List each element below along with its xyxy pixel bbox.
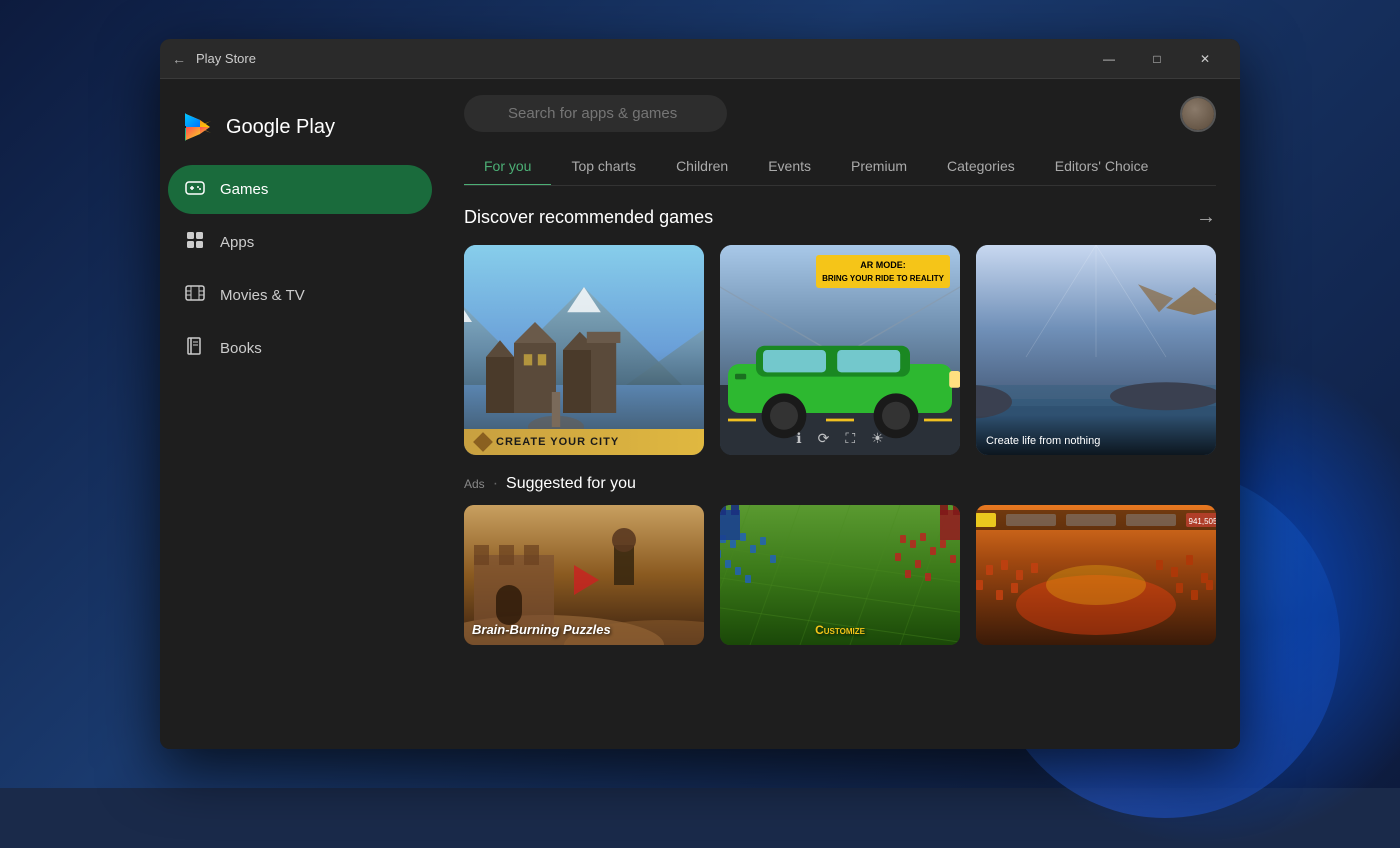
section-arrow-icon[interactable]: →: [1196, 206, 1216, 229]
ad-card-customize[interactable]: Customize: [720, 505, 960, 645]
content-area: Discover recommended games →: [440, 186, 1240, 665]
banner-control-icons: ℹ ⟳ ⛶ ☀: [796, 430, 883, 447]
diamond-icon: [473, 432, 493, 452]
ads-section: Ads · Suggested for you: [464, 475, 1216, 645]
sidebar-item-apps[interactable]: Apps: [168, 218, 432, 267]
avatar-image: [1182, 98, 1214, 130]
sidebar-item-movies[interactable]: Movies & TV: [168, 271, 432, 320]
logo-text: Google Play: [226, 116, 335, 139]
tabs-bar: For you Top charts Children Events Premi…: [464, 148, 1216, 186]
csr-racing-banner: AR MODE:BRING YOUR RIDE TO REALITY ℹ ⟳ ⛶…: [720, 245, 960, 455]
titlebar: ← Play Store — □ ✕: [160, 39, 1240, 79]
search-wrapper: [464, 95, 1168, 132]
elder-scrolls-banner: CREATE YOUR CITY: [464, 245, 704, 455]
window-title: Play Store: [196, 51, 256, 66]
logo-area: Google Play: [160, 99, 440, 165]
recommended-title: Discover recommended games: [464, 207, 713, 228]
search-input[interactable]: [464, 95, 727, 132]
back-button[interactable]: ←: [172, 51, 186, 67]
window-controls: — □ ✕: [1086, 43, 1228, 75]
search-row: [464, 95, 1216, 132]
customize-overlay: Customize: [815, 623, 865, 637]
header: For you Top charts Children Events Premi…: [440, 79, 1240, 186]
tab-for-you[interactable]: For you: [464, 148, 551, 186]
tab-top-charts[interactable]: Top charts: [551, 148, 656, 186]
sidebar-nav: Games Apps: [160, 165, 440, 373]
battle-banner: 941,505: [976, 505, 1216, 645]
close-button[interactable]: ✕: [1182, 43, 1228, 75]
info-icon: ℹ: [796, 430, 801, 447]
create-city-overlay: CREATE YOUR CITY: [464, 429, 704, 455]
games-label: Games: [220, 181, 268, 198]
create-nothing-overlay: Create life from nothing: [976, 415, 1216, 455]
cell-singularity-banner: Create life from nothing: [976, 245, 1216, 455]
apps-icon: [184, 230, 206, 255]
expand-icon: ⛶: [845, 430, 855, 447]
main-content[interactable]: For you Top charts Children Events Premi…: [440, 79, 1240, 749]
sidebar: Google Play Games: [160, 79, 440, 749]
ad-cards-row: Brain-Burning Puzzles: [464, 505, 1216, 645]
ar-mode-label: AR MODE:BRING YOUR RIDE TO REALITY: [816, 255, 950, 288]
minimize-button[interactable]: —: [1086, 43, 1132, 75]
app-body: Google Play Games: [160, 79, 1240, 749]
ad-card-battle[interactable]: 941,505: [976, 505, 1216, 645]
ad-card-brain-puzzles[interactable]: Brain-Burning Puzzles: [464, 505, 704, 645]
games-icon: [184, 177, 206, 202]
ads-badge: Ads: [464, 477, 485, 491]
customize-banner: Customize: [720, 505, 960, 645]
ads-section-header: Ads · Suggested for you: [464, 475, 1216, 493]
game-card-elder-scrolls[interactable]: CREATE YOUR CITY: [464, 245, 704, 455]
apps-label: Apps: [220, 234, 254, 251]
game-card-cell-singularity[interactable]: Create life from nothing: [976, 245, 1216, 455]
sidebar-item-games[interactable]: Games: [168, 165, 432, 214]
books-label: Books: [220, 340, 262, 357]
ads-dot: ·: [493, 475, 498, 493]
game-cards-row: CREATE YOUR CITY: [464, 245, 1216, 455]
google-play-logo-icon: [180, 109, 216, 145]
movies-label: Movies & TV: [220, 287, 305, 304]
sun-icon: ☀: [871, 430, 884, 447]
tab-categories[interactable]: Categories: [927, 148, 1035, 186]
tab-events[interactable]: Events: [748, 148, 831, 186]
tab-editors-choice[interactable]: Editors' Choice: [1035, 148, 1169, 186]
tab-premium[interactable]: Premium: [831, 148, 927, 186]
reload-icon: ⟳: [818, 430, 830, 447]
brain-puzzles-banner: Brain-Burning Puzzles: [464, 505, 704, 645]
recommended-section-header: Discover recommended games →: [464, 206, 1216, 229]
sidebar-item-books[interactable]: Books: [168, 324, 432, 373]
battle-scene: 941,505: [976, 505, 1216, 645]
app-window: ← Play Store — □ ✕: [160, 39, 1240, 749]
books-icon: [184, 336, 206, 361]
game-card-csr-racing[interactable]: AR MODE:BRING YOUR RIDE TO REALITY ℹ ⟳ ⛶…: [720, 245, 960, 455]
movies-icon: [184, 283, 206, 308]
user-avatar[interactable]: [1180, 96, 1216, 132]
maximize-button[interactable]: □: [1134, 43, 1180, 75]
elder-scrolls-scene: [464, 245, 704, 455]
suggested-title: Suggested for you: [506, 475, 636, 493]
svg-text:941,505: 941,505: [1189, 517, 1216, 526]
brain-puzzles-overlay: Brain-Burning Puzzles: [472, 622, 611, 637]
tab-children[interactable]: Children: [656, 148, 748, 186]
